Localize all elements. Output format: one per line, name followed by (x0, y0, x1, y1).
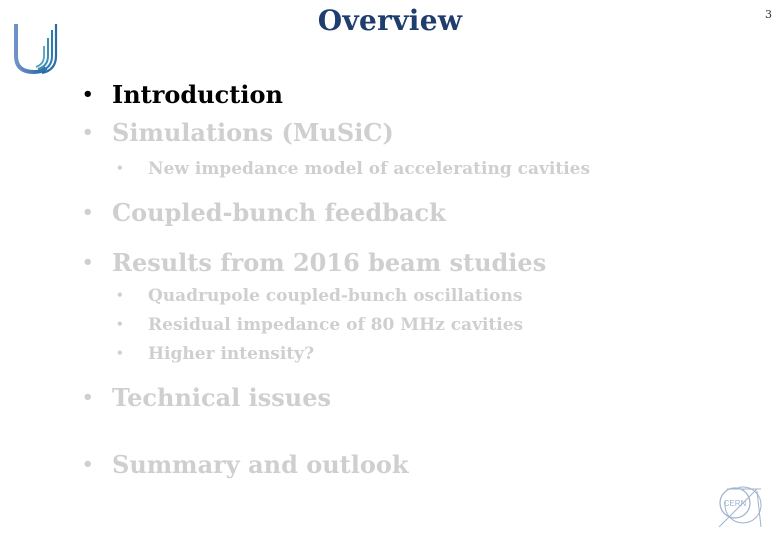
bullet-icon: • (82, 454, 94, 475)
outline-item-introduction: • Introduction (82, 80, 283, 109)
cern-logo-icon: CERN (718, 486, 762, 528)
outline-item-label: Summary and outlook (112, 450, 409, 479)
bullet-icon: • (116, 288, 124, 302)
slide-title: Overview (317, 4, 463, 37)
outline-item-simulations: • Simulations (MuSiC) (82, 118, 394, 147)
bullet-icon: • (82, 84, 94, 105)
outline-item-label: Introduction (112, 80, 283, 109)
page-number: 3 (765, 8, 772, 21)
outline-item-label: Residual impedance of 80 MHz cavities (148, 315, 524, 335)
bullet-icon: • (116, 346, 124, 360)
outline-item-label: Simulations (MuSiC) (112, 118, 394, 147)
outline-subitem-residual-impedance: • Residual impedance of 80 MHz cavities (116, 315, 523, 335)
bullet-icon: • (82, 122, 94, 143)
bullet-icon: • (116, 317, 124, 331)
outline-item-coupled-bunch-feedback: • Coupled-bunch feedback (82, 198, 446, 227)
outline-item-results-2016: • Results from 2016 beam studies (82, 248, 546, 277)
outline-item-technical-issues: • Technical issues (82, 383, 331, 412)
bullet-icon: • (82, 202, 94, 223)
outline-item-summary: • Summary and outlook (82, 450, 409, 479)
outline-subitem-impedance-model: • New impedance model of accelerating cav… (116, 159, 590, 179)
cern-logo-text: CERN (724, 499, 747, 508)
outline-item-label: Higher intensity? (148, 344, 315, 364)
outline-item-label: New impedance model of accelerating cavi… (148, 159, 591, 179)
bullet-icon: • (82, 252, 94, 273)
bullet-icon: • (82, 387, 94, 408)
outline-item-label: Coupled-bunch feedback (112, 198, 446, 227)
outline-item-label: Results from 2016 beam studies (112, 248, 547, 277)
outline-subitem-quadrupole: • Quadrupole coupled-bunch oscillations (116, 286, 522, 306)
bullet-icon: • (116, 161, 124, 175)
outline-subitem-higher-intensity: • Higher intensity? (116, 344, 314, 364)
outline-item-label: Technical issues (112, 383, 332, 412)
outline-item-label: Quadrupole coupled-bunch oscillations (148, 286, 523, 306)
